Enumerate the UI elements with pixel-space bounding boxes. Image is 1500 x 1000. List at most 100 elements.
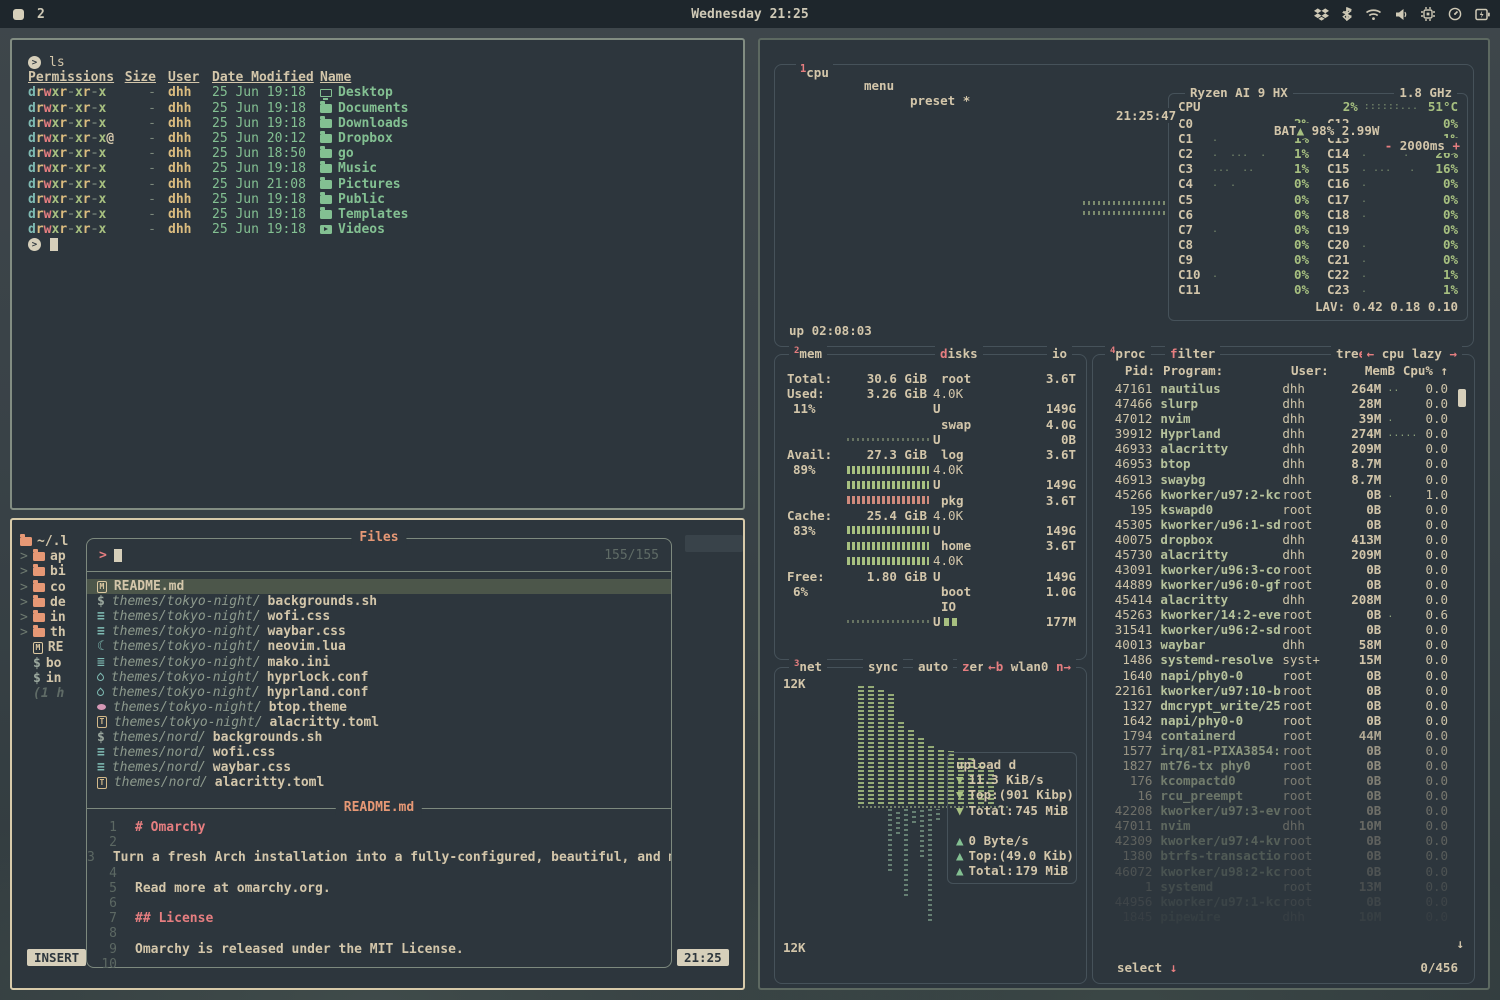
process-row[interactable]: 44889kworker/u96:0-gfroot0B0.0 <box>1101 577 1448 592</box>
net-interface-switcher[interactable]: ←b wlan0 n→ <box>983 659 1076 674</box>
file-name[interactable]: Videos <box>320 222 385 237</box>
volume-icon[interactable] <box>1395 8 1408 21</box>
scroll-down-icon[interactable]: ↓ <box>1456 936 1464 951</box>
process-row[interactable]: 195kswapd0root0B0.0 <box>1101 502 1448 517</box>
process-row[interactable]: 1794containerdroot44M0.0 <box>1101 728 1448 743</box>
tab-mem[interactable]: 2mem <box>789 346 827 361</box>
picker-file-row[interactable]: ≡themes/nord/waybar.css <box>87 760 671 775</box>
process-row[interactable]: 31541kworker/u96:2-sdroot0B0.0 <box>1101 622 1448 637</box>
proc-scrollbar[interactable] <box>1458 389 1466 407</box>
process-row[interactable]: 46953btopdhh8.7M0.0 <box>1101 456 1448 471</box>
picker-file-row[interactable]: MREADME.md <box>87 579 671 594</box>
bluetooth-icon[interactable] <box>1342 7 1352 21</box>
net-auto-toggle[interactable]: auto <box>913 659 953 674</box>
tree-item[interactable]: >co <box>20 580 94 595</box>
battery-icon[interactable] <box>1475 8 1490 21</box>
process-row[interactable]: 1827mt76-tx phy0root0B0.0 <box>1101 758 1448 773</box>
proc-filter-button[interactable]: filter <box>1165 346 1220 361</box>
process-row[interactable]: 39912Hyprlanddhh274M.....0.0 <box>1101 426 1448 441</box>
cpu-icon[interactable] <box>1421 7 1435 21</box>
preset-button[interactable]: preset * <box>906 93 974 108</box>
refresh-interval-control[interactable]: - 2000ms + <box>1381 138 1464 153</box>
picker-file-row[interactable]: ☾themes/tokyo-night/neovim.lua <box>87 639 671 654</box>
process-row[interactable]: 1845pipewiredhh10M0.0 <box>1101 909 1448 924</box>
file-name[interactable]: Downloads <box>320 116 408 131</box>
btop-window[interactable]: 1cpu menu preset * 21:25:47 BAT▲ 98% 2.9… <box>758 38 1490 990</box>
process-row[interactable]: 47011nvimdhh10M0.0 <box>1101 818 1448 833</box>
tab-net[interactable]: 3net <box>789 659 827 674</box>
picker-file-row[interactable]: Tthemes/nord/alacritty.toml <box>87 775 671 790</box>
tree-item[interactable]: >th <box>20 625 94 640</box>
process-row[interactable]: 1486systemd-resolvesyst+15M0.0 <box>1101 652 1448 667</box>
wifi-icon[interactable] <box>1365 8 1382 21</box>
editor-window[interactable]: ~/.l>ap>bi>co>de>in>thMRE$bo$in(1 h File… <box>10 518 745 990</box>
picker-file-row[interactable]: ≡themes/tokyo-night/wofi.css <box>87 609 671 624</box>
process-row[interactable]: 46913swaybgdhh8.7M0.0 <box>1101 471 1448 486</box>
prompt-line-empty[interactable]: > <box>28 237 727 252</box>
tree-item[interactable]: (1 h <box>20 686 94 701</box>
picker-search-input[interactable]: > 155/155 <box>87 539 671 572</box>
process-row[interactable]: 176kcompactd0root0B0.0 <box>1101 773 1448 788</box>
tree-item[interactable]: >in <box>20 610 94 625</box>
tree-item[interactable]: >bi <box>20 564 94 579</box>
process-row[interactable]: 42309kworker/u97:4-kvroot0B0.0 <box>1101 833 1448 848</box>
proc-select-label[interactable]: select ↓ <box>1117 960 1177 975</box>
process-row[interactable]: 46072kworker/u98:2-kcroot0B0.0 <box>1101 864 1448 879</box>
picker-file-row[interactable]: themes/tokyo-night/hyprlock.conf <box>87 670 671 685</box>
dropbox-icon[interactable] <box>1314 7 1329 21</box>
process-row[interactable]: 42208kworker/u97:3-evroot0B0.0 <box>1101 803 1448 818</box>
file-name[interactable]: go <box>320 146 354 161</box>
file-name[interactable]: Dropbox <box>320 131 393 146</box>
process-row[interactable]: 40075dropboxdhh413M0.0 <box>1101 532 1448 547</box>
picker-file-row[interactable]: themes/tokyo-night/btop.theme <box>87 700 671 715</box>
process-row[interactable]: 47012nvimdhh39M.0.0 <box>1101 411 1448 426</box>
io-label[interactable]: io <box>1047 346 1072 361</box>
file-name[interactable]: Desktop <box>320 85 393 100</box>
process-row[interactable]: 16rcu_preemptroot0B0.0 <box>1101 788 1448 803</box>
tree-item[interactable]: $bo <box>20 656 94 671</box>
file-name[interactable]: Documents <box>320 101 408 116</box>
disks-label[interactable]: disks <box>935 346 983 361</box>
file-name[interactable]: Public <box>320 192 385 207</box>
picker-file-row[interactable]: $themes/tokyo-night/backgrounds.sh <box>87 594 671 609</box>
process-row[interactable]: 1380btrfs-transactioroot0B0.0 <box>1101 848 1448 863</box>
process-row[interactable]: 45266kworker/u97:2-kcroot0B.1.0 <box>1101 487 1448 502</box>
process-row[interactable]: 45263kworker/14:2-everoot0B.0.6 <box>1101 607 1448 622</box>
process-row[interactable]: 43091kworker/u96:3-coroot0B0.0 <box>1101 562 1448 577</box>
process-row[interactable]: 1327dmcrypt_write/25root0B0.0 <box>1101 698 1448 713</box>
tab-cpu[interactable]: 1cpu <box>796 63 833 80</box>
tab-proc[interactable]: 4proc <box>1105 346 1151 361</box>
file-name[interactable]: Templates <box>320 207 408 222</box>
process-row[interactable]: 1systemdroot13M0.0 <box>1101 879 1448 894</box>
terminal-window[interactable]: > ls PermissionsSizeUserDate ModifiedNam… <box>10 38 745 510</box>
file-name[interactable]: Music <box>320 161 377 176</box>
tree-item[interactable]: $in <box>20 671 94 686</box>
picker-file-row[interactable]: themes/tokyo-night/hyprland.conf <box>87 685 671 700</box>
process-row[interactable]: 45305kworker/u96:1-sdroot0B0.0 <box>1101 517 1448 532</box>
tree-item[interactable]: MRE <box>20 640 94 655</box>
process-row[interactable]: 47161nautilusdhh264M..0.0 <box>1101 381 1448 396</box>
process-row[interactable]: 45414alacrittydhh208M0.0 <box>1101 592 1448 607</box>
process-row[interactable]: 22161kworker/u97:10-broot0B0.0 <box>1101 683 1448 698</box>
picker-file-row[interactable]: Tthemes/tokyo-night/alacritty.toml <box>87 715 671 730</box>
tree-item[interactable]: >ap <box>20 549 94 564</box>
tree-root[interactable]: ~/.l <box>20 534 94 549</box>
picker-file-row[interactable]: ≡themes/tokyo-night/waybar.css <box>87 624 671 639</box>
process-row[interactable]: 1577irq/81-PIXA3854:root0B0.0 <box>1101 743 1448 758</box>
picker-file-row[interactable]: ≡themes/nord/wofi.css <box>87 745 671 760</box>
picker-file-row[interactable]: ≣themes/tokyo-night/mako.ini <box>87 654 671 669</box>
net-sync-toggle[interactable]: sync <box>863 659 903 674</box>
gauge-icon[interactable] <box>1448 7 1462 21</box>
process-row[interactable]: 1642napi/phy0-0root0B0.0 <box>1101 713 1448 728</box>
process-row[interactable]: 47466slurpdhh28M0.0 <box>1101 396 1448 411</box>
proc-sort-control[interactable]: ← cpu lazy → <box>1362 346 1462 361</box>
menu-button[interactable]: menu <box>860 78 898 93</box>
process-row[interactable]: 40013waybardhh58M0.0 <box>1101 637 1448 652</box>
process-row[interactable]: 1640napi/phy0-0root0B0.0 <box>1101 667 1448 682</box>
process-row[interactable]: 45730alacrittydhh209M0.0 <box>1101 547 1448 562</box>
process-row[interactable]: 46933alacrittydhh209M0.0 <box>1101 441 1448 456</box>
picker-file-row[interactable]: $themes/nord/backgrounds.sh <box>87 730 671 745</box>
file-name[interactable]: Pictures <box>320 177 401 192</box>
process-row[interactable]: 44956kworker/u97:1-kcroot0B0.0 <box>1101 894 1448 909</box>
tree-item[interactable]: >de <box>20 595 94 610</box>
